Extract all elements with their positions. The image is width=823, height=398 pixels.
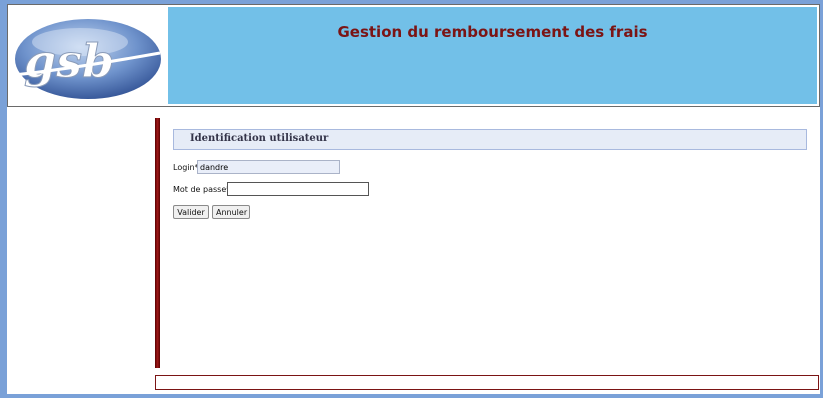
login-section-title: Identification utilisateur [190,133,329,144]
validate-button[interactable]: Valider [173,205,209,219]
login-input[interactable] [197,160,340,174]
login-label: Login* [173,163,199,172]
left-accent-bar [155,118,160,368]
password-label: Mot de passe* [173,185,231,194]
logo: gsb [10,7,166,104]
footer [155,375,819,390]
page-title: Gestion du remboursement des frais [337,23,648,41]
page-frame: gsb Gestion du remboursement des frais I… [7,4,820,394]
gsb-logo-icon: gsb [13,19,161,99]
password-input[interactable] [227,182,369,196]
cancel-button[interactable]: Annuler [212,205,250,219]
svg-text:gsb: gsb [24,34,114,88]
header: gsb Gestion du remboursement des frais [7,4,820,107]
login-section-header: Identification utilisateur [173,129,807,150]
title-banner: Gestion du remboursement des frais [168,7,817,104]
